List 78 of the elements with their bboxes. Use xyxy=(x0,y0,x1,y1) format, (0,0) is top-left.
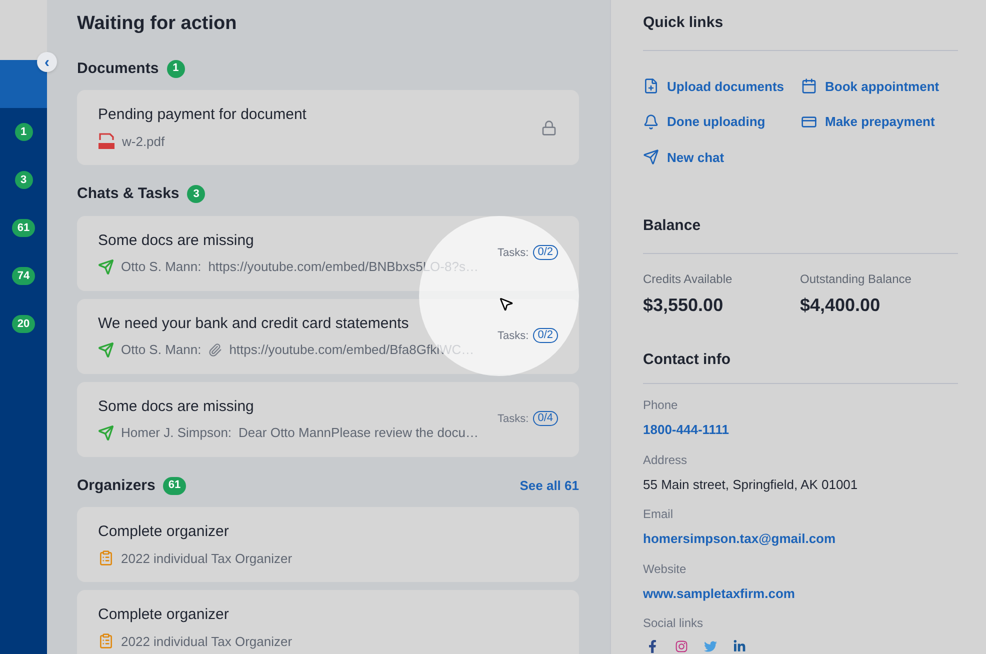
credit-card-icon xyxy=(801,114,817,130)
section-title: Quick links xyxy=(643,12,958,50)
count-badge: 61 xyxy=(163,476,186,495)
field-label: Email xyxy=(643,506,674,523)
quick-link[interactable]: New chat xyxy=(643,148,801,167)
pdf-file-icon xyxy=(98,132,115,150)
sidebar-item[interactable]: 74 xyxy=(0,252,47,300)
message-author: Otto S. Mann: xyxy=(121,341,202,359)
quick-link[interactable]: Book appointment xyxy=(801,76,958,96)
organizer-name: 2022 individual Tax Organizer xyxy=(121,550,292,568)
card-title: Complete organizer xyxy=(98,605,230,625)
count-badge: 3 xyxy=(14,171,32,189)
tasks-label: Tasks: xyxy=(498,246,529,260)
paperclip-icon xyxy=(208,342,222,357)
quick-link[interactable]: Upload documents xyxy=(643,76,801,96)
count-badge: 1 xyxy=(14,123,32,141)
count-badge: 74 xyxy=(12,267,35,285)
sidebar-item[interactable]: 61 xyxy=(0,204,47,252)
section-title: Documents xyxy=(77,58,159,78)
section-title: Chats & Tasks xyxy=(77,184,180,204)
count-badge: 20 xyxy=(12,315,35,333)
tasks-label: Tasks: xyxy=(498,328,529,344)
balance-label: Credits Available xyxy=(643,270,734,288)
quick-link[interactable]: Make prepayment xyxy=(801,112,958,132)
organizer-name: 2022 individual Tax Organizer xyxy=(121,632,292,651)
section-title: Contact info xyxy=(643,348,958,384)
field-label: Address xyxy=(643,452,688,468)
send-icon xyxy=(98,342,114,358)
count-badge: 3 xyxy=(187,185,206,204)
send-icon xyxy=(98,424,114,441)
contact-value: 55 Main street, Springfield, AK 01001 xyxy=(643,476,859,494)
document-card[interactable]: Pending payment for document w-2.pdf xyxy=(77,90,579,165)
contact-link[interactable]: www.sampletaxfirm.com xyxy=(643,584,958,603)
contact-link[interactable]: homersimpson.tax@gmail.com xyxy=(643,529,958,548)
count-badge: 1 xyxy=(166,60,185,78)
card-title: Some docs are missing xyxy=(98,396,255,416)
collapse-button[interactable]: ‹ xyxy=(37,52,57,72)
sidebar-item[interactable]: 3 xyxy=(0,156,47,204)
linkedin-icon[interactable] xyxy=(733,640,746,653)
tasks-label: Tasks: xyxy=(498,412,529,426)
chat-card[interactable]: Some docs are missing Homer J. Simpson: Dear Otto MannPlease review the docu… Tasks: 0/4 xyxy=(77,382,579,456)
balance-amount: $4,400.00 xyxy=(800,294,882,316)
tasks-count: 0/4 xyxy=(532,411,558,426)
send-icon xyxy=(643,149,659,166)
field-label: Phone xyxy=(643,397,679,414)
facebook-icon[interactable] xyxy=(646,640,659,653)
card-title: Some docs are missing xyxy=(98,230,255,250)
card-title: Pending payment for document xyxy=(98,105,308,125)
clipboard-icon xyxy=(98,550,114,566)
field-label: Website xyxy=(643,560,688,578)
message-author: Homer J. Simpson: xyxy=(121,424,232,442)
bell-icon xyxy=(643,114,659,130)
card-title: We need your bank and credit card statements xyxy=(98,314,410,334)
section-title: Balance xyxy=(643,215,958,254)
send-icon xyxy=(98,258,114,275)
mouse-pointer-icon xyxy=(498,296,514,312)
organizer-card[interactable]: Complete organizer 2022 individual Tax Organizer xyxy=(77,507,579,582)
instagram-icon[interactable] xyxy=(675,640,688,653)
card-title: Complete organizer xyxy=(98,522,230,542)
count-badge: 61 xyxy=(12,219,35,237)
section-title: Organizers xyxy=(77,476,156,496)
page-title: Waiting for action xyxy=(77,12,238,36)
quick-link[interactable]: Done uploading xyxy=(643,112,801,132)
sidebar-item[interactable]: 20 xyxy=(0,300,47,348)
sidebar-item[interactable]: 1 xyxy=(0,108,47,156)
clipboard-icon xyxy=(98,633,114,650)
see-all-link[interactable]: See all 61 xyxy=(520,476,579,496)
field-label: Social links xyxy=(643,615,704,632)
sidebar-item[interactable] xyxy=(0,60,47,108)
message-preview: Dear Otto MannPlease review the docu… xyxy=(238,424,478,442)
balance-amount: $3,550.00 xyxy=(643,294,724,316)
balance-label: Outstanding Balance xyxy=(800,270,912,288)
calendar-icon xyxy=(801,78,817,94)
organizer-card[interactable]: Complete organizer 2022 individual Tax Organizer xyxy=(77,590,579,654)
file-plus-icon xyxy=(643,78,659,94)
message-author: Otto S. Mann: xyxy=(121,258,202,276)
contact-link[interactable]: 1800-444-1111 xyxy=(643,420,958,440)
file-name: w-2.pdf xyxy=(122,132,165,151)
